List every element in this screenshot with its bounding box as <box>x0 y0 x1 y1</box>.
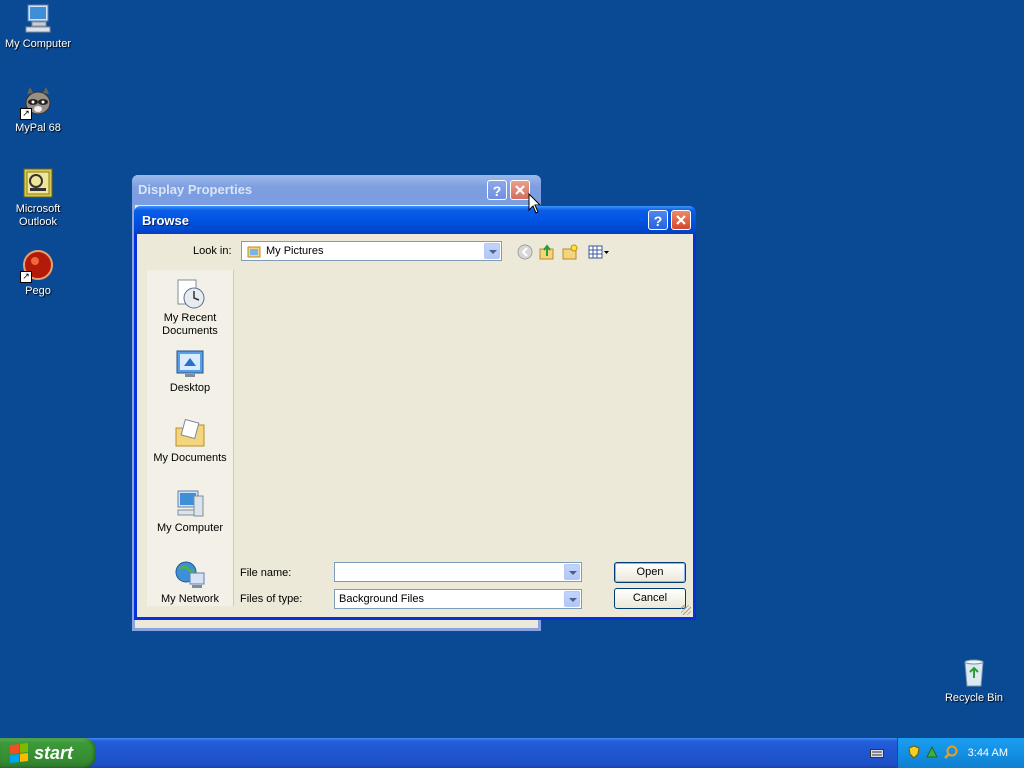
places-item-label: My Documents <box>153 452 227 464</box>
taskbar: start 3:44 AM <box>0 738 1024 768</box>
places-item-my-documents[interactable]: My Documents <box>147 418 233 465</box>
browse-dialog: Browse ? Look in: My Pictures My Recent … <box>134 206 696 620</box>
places-item-my-network[interactable]: My Network <box>147 559 233 606</box>
mouse-cursor-icon <box>528 192 542 218</box>
recent-documents-icon <box>174 278 206 310</box>
places-item-label: Desktop <box>169 382 211 394</box>
security-shield-icon[interactable] <box>908 745 920 762</box>
places-item-label: My Computer <box>156 522 224 534</box>
places-item-desktop[interactable]: Desktop <box>147 348 233 395</box>
my-computer-icon <box>174 488 206 520</box>
chevron-down-icon[interactable] <box>484 243 500 259</box>
shortcut-arrow-icon: ↗ <box>20 108 32 120</box>
clock[interactable]: 3:44 AM <box>968 747 1008 759</box>
browse-title: Browse <box>142 213 189 228</box>
desktop-icon-pego[interactable]: ↗ Pego <box>0 249 76 298</box>
my-network-icon <box>174 559 206 591</box>
my-documents-icon <box>174 418 206 450</box>
up-one-level-button[interactable] <box>537 242 557 262</box>
new-folder-button[interactable] <box>560 242 580 262</box>
search-icon[interactable] <box>944 745 958 762</box>
new-folder-icon <box>562 244 578 260</box>
windows-logo-icon <box>10 743 28 763</box>
files-of-type-dropdown[interactable]: Background Files <box>334 589 582 609</box>
my-pictures-folder-icon <box>247 244 261 261</box>
desktop-icon-outlook[interactable]: Microsoft Outlook <box>0 167 76 229</box>
start-label: start <box>34 742 74 763</box>
recycle-bin-icon <box>958 656 990 688</box>
open-button[interactable]: Open <box>614 562 686 583</box>
view-menu-icon <box>588 245 609 259</box>
places-item-label: My Recent Documents <box>162 312 218 337</box>
browse-titlebar[interactable]: Browse ? <box>134 206 696 234</box>
outlook-icon <box>22 167 54 199</box>
files-of-type-label: Files of type: <box>240 593 303 605</box>
view-menu-button[interactable] <box>587 242 611 262</box>
places-item-my-computer[interactable]: My Computer <box>147 488 233 535</box>
file-list[interactable] <box>237 270 689 556</box>
back-arrow-icon <box>517 244 533 260</box>
pego-icon: ↗ <box>20 249 54 283</box>
desktop-icon-label: Recycle Bin <box>944 692 1004 704</box>
system-tray: 3:44 AM <box>897 738 1024 768</box>
places-bar: My Recent Documents Desktop My Documents… <box>147 270 234 606</box>
look-in-label: Look in: <box>193 245 232 257</box>
cancel-button[interactable]: Cancel <box>614 588 686 609</box>
display-properties-help-button[interactable]: ? <box>487 180 507 200</box>
places-item-label: My Network <box>160 593 220 605</box>
browse-close-button[interactable] <box>671 210 691 230</box>
desktop-icon <box>174 348 206 380</box>
raccoon-icon: ↗ <box>20 86 54 120</box>
desktop-icon-label: Pego <box>25 285 51 297</box>
desktop-icon-recycle-bin[interactable]: Recycle Bin <box>936 656 1012 705</box>
files-of-type-value: Background Files <box>339 593 424 605</box>
desktop-icon-label: MyPal 68 <box>15 122 61 134</box>
desktop-icon-label: My Computer <box>4 38 72 50</box>
file-name-label: File name: <box>240 567 292 579</box>
close-icon <box>676 215 686 225</box>
close-icon <box>515 185 525 195</box>
network-status-icon[interactable] <box>925 745 939 762</box>
display-properties-title: Display Properties <box>138 182 253 197</box>
display-properties-close-button[interactable] <box>510 180 530 200</box>
resize-grip[interactable] <box>681 605 691 615</box>
desktop-icon-mypal[interactable]: ↗ MyPal 68 <box>0 86 76 135</box>
look-in-value: My Pictures <box>266 245 324 257</box>
shortcut-arrow-icon: ↗ <box>20 271 32 283</box>
back-button[interactable] <box>515 242 535 262</box>
desktop-icon-my-computer[interactable]: My Computer <box>0 2 76 51</box>
file-name-field[interactable] <box>334 562 582 582</box>
display-properties-titlebar[interactable]: Display Properties ? <box>132 175 541 205</box>
computer-icon <box>22 2 54 34</box>
places-item-recent[interactable]: My Recent Documents <box>147 278 233 338</box>
keyboard-icon[interactable] <box>870 747 884 762</box>
browse-help-button[interactable]: ? <box>648 210 668 230</box>
folder-up-icon <box>539 244 554 260</box>
desktop-icon-label: Microsoft Outlook <box>15 203 61 228</box>
start-button[interactable]: start <box>0 738 96 768</box>
chevron-down-icon[interactable] <box>564 591 580 607</box>
chevron-down-icon[interactable] <box>564 564 580 580</box>
look-in-dropdown[interactable]: My Pictures <box>241 241 502 261</box>
